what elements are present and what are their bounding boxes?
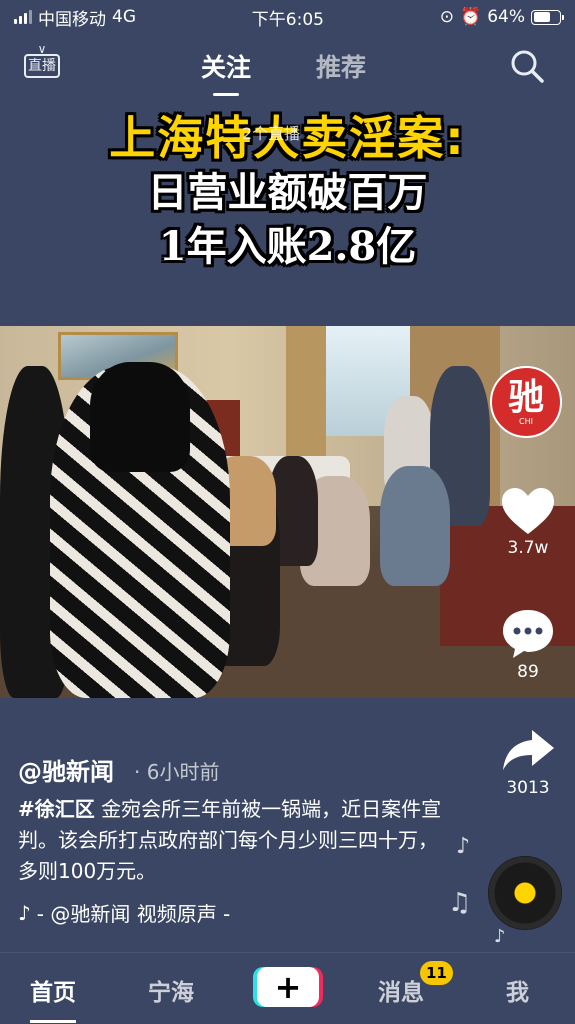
- comment-icon: [503, 610, 553, 658]
- post-time: · 6小时前: [134, 760, 220, 784]
- comment-count: 89: [517, 662, 539, 682]
- carrier-label: 中国移动: [38, 9, 106, 30]
- tab-recommend[interactable]: 推荐: [316, 48, 366, 84]
- like-count: 3.7w: [507, 538, 549, 558]
- live-button[interactable]: ∨ 直播: [22, 42, 62, 84]
- messages-badge: 11: [420, 961, 453, 985]
- tiktok-note-icon: ♪: [18, 900, 31, 925]
- alarm-icon: ⏰: [460, 7, 482, 27]
- comment-button[interactable]: 89: [492, 606, 564, 682]
- search-icon[interactable]: [509, 48, 545, 84]
- headline-line-2: 日营业额破百万: [147, 169, 428, 216]
- tab-city[interactable]: 宁海: [148, 973, 194, 1007]
- music-info[interactable]: ♪ - @驰新闻 视频原声 -: [18, 898, 230, 927]
- tab-follow[interactable]: 关注: [201, 48, 251, 96]
- author-avatar[interactable]: 驰 CHI: [490, 366, 562, 438]
- bottom-tab-bar: 首页 宁海 + 消息 11 我: [0, 952, 575, 1024]
- tab-messages[interactable]: 消息: [378, 973, 424, 1007]
- music-label: - @驰新闻 视频原声 -: [36, 902, 231, 926]
- share-button[interactable]: 3013: [492, 726, 564, 798]
- photo-person: [380, 466, 450, 586]
- signal-icon: [14, 10, 32, 24]
- live-count[interactable]: 2个直播: [242, 120, 300, 144]
- live-button-label: 直播: [24, 54, 60, 78]
- status-right: ⊙ ⏰ 64%: [439, 7, 564, 27]
- video-caption: #徐汇区 金宛会所三年前被一锅端，近日案件宣判。该会所打点政府部门每个月少则三四…: [18, 794, 448, 887]
- video-frame[interactable]: [0, 326, 575, 698]
- status-bar: 中国移动 4G 下午6:05 ⊙ ⏰ 64%: [0, 0, 575, 34]
- battery-percent: 64%: [487, 7, 525, 27]
- tab-me[interactable]: 我: [506, 973, 529, 1007]
- avatar-logo-char: 驰: [507, 377, 544, 418]
- photo-person-head: [90, 362, 190, 472]
- avatar-logo-sub: CHI: [519, 417, 533, 426]
- music-disc[interactable]: [488, 856, 562, 930]
- top-nav: ∨ 直播 关注 推荐: [0, 38, 575, 96]
- headline-line-3: 1年入账2.8亿: [158, 223, 417, 270]
- tv-antenna-icon: ∨: [37, 42, 47, 56]
- hashtag-link[interactable]: #徐汇区: [18, 797, 95, 821]
- tab-home[interactable]: 首页: [30, 973, 76, 1023]
- music-note-icon: ♪: [494, 926, 506, 947]
- clock: 下午6:05: [251, 9, 324, 30]
- music-note-icon: ♫: [448, 888, 472, 918]
- music-note-icon: ♪: [456, 834, 471, 859]
- like-button[interactable]: 3.7w: [492, 486, 564, 558]
- share-arrow-icon: [503, 730, 554, 770]
- create-video-button[interactable]: +: [257, 967, 319, 1007]
- author-name[interactable]: @驰新闻: [18, 752, 114, 787]
- rotation-lock-icon: ⊙: [439, 7, 455, 27]
- battery-icon: [531, 9, 564, 25]
- network-label: 4G: [112, 7, 136, 27]
- share-count: 3013: [506, 778, 550, 798]
- heart-icon: [502, 488, 554, 534]
- status-left: 中国移动 4G: [14, 5, 136, 30]
